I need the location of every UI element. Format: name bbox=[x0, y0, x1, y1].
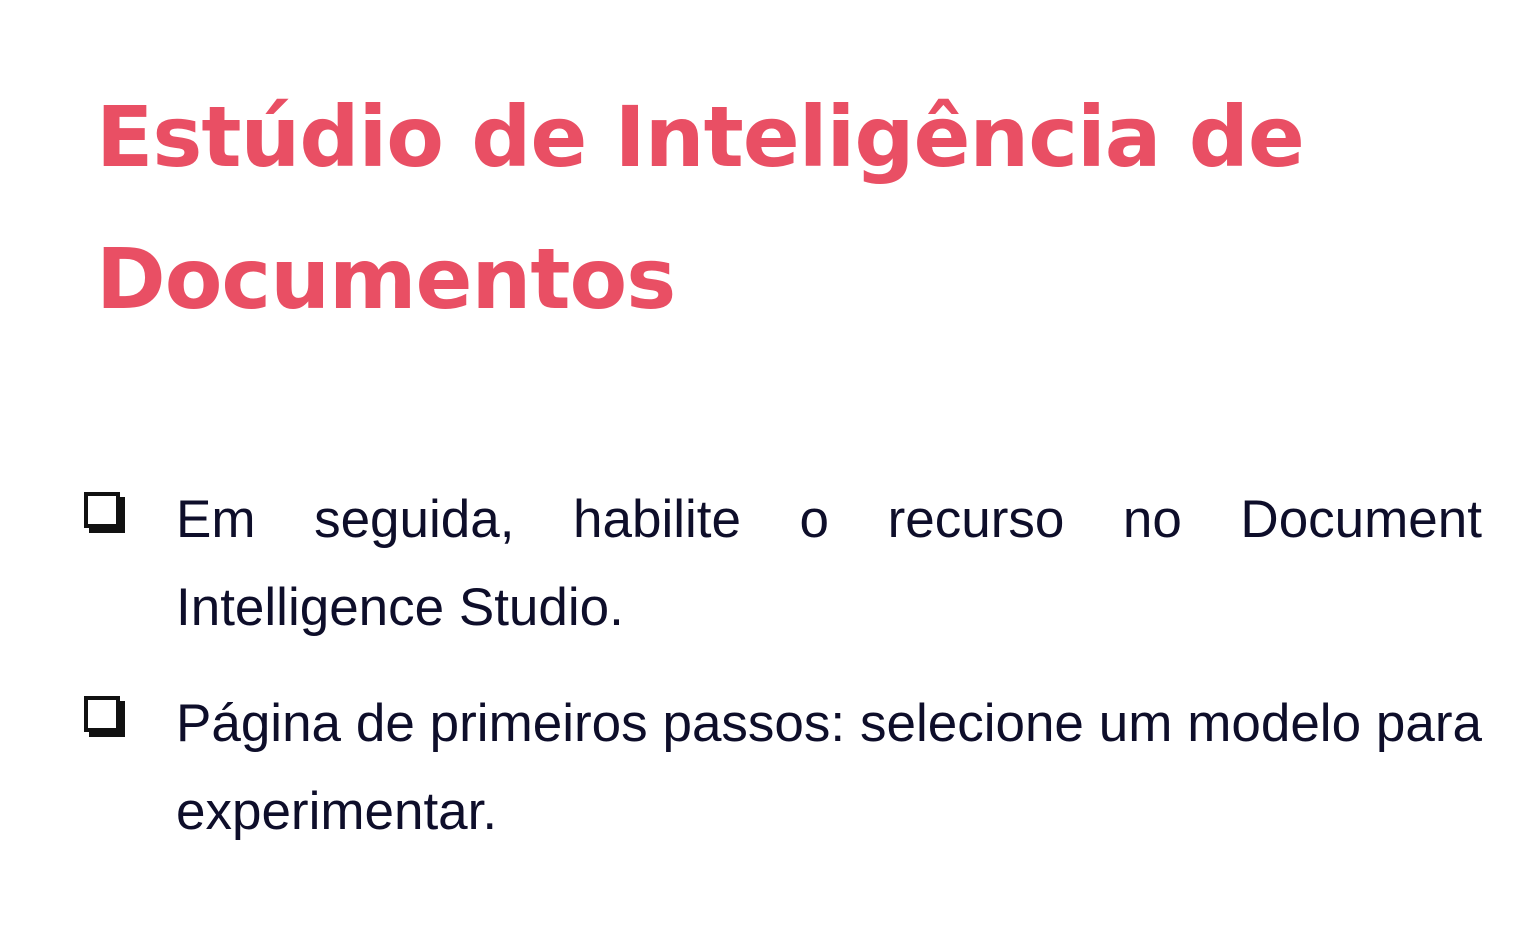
checkbox-square-icon bbox=[84, 492, 120, 528]
slide-title: Estúdio de Inteligência de Documentos bbox=[96, 88, 1305, 328]
bullet-text: Em seguida, habilite o recurso no Docume… bbox=[176, 490, 1482, 637]
slide: Estúdio de Inteligência de Documentos Em… bbox=[0, 0, 1513, 938]
bullet-item: Em seguida, habilite o recurso no Docume… bbox=[80, 476, 1482, 652]
bullet-list: Em seguida, habilite o recurso no Docume… bbox=[80, 476, 1482, 884]
checkbox-square-icon bbox=[84, 696, 120, 732]
bullet-text: Página de primeiros passos: selecione um… bbox=[176, 694, 1482, 841]
bullet-item: Página de primeiros passos: selecione um… bbox=[80, 680, 1482, 856]
